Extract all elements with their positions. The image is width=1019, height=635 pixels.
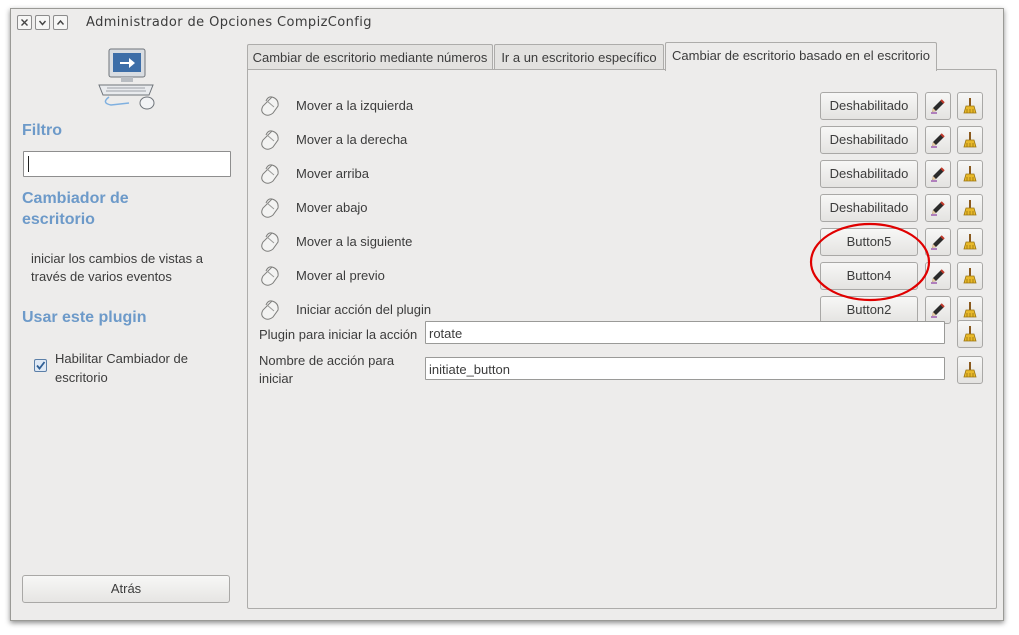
action-input[interactable]: initiate_button bbox=[425, 357, 945, 380]
close-button[interactable] bbox=[17, 15, 32, 30]
edit-binding-button[interactable] bbox=[925, 228, 951, 256]
main-window: Administrador de Opciones CompizConfig F… bbox=[10, 8, 1004, 621]
tab-numbers[interactable]: Cambiar de escritorio mediante números bbox=[247, 44, 493, 71]
plugin-field-label: Plugin para iniciar la acción bbox=[259, 327, 418, 342]
edit-binding-button[interactable] bbox=[925, 160, 951, 188]
mouse-icon bbox=[259, 231, 281, 257]
filter-heading: Filtro bbox=[22, 122, 62, 139]
computer-icon bbox=[98, 48, 155, 110]
mouse-icon bbox=[259, 197, 281, 223]
plugin-input[interactable]: rotate bbox=[425, 321, 945, 344]
binding-label: Mover abajo bbox=[296, 200, 368, 215]
binding-label: Mover arriba bbox=[296, 166, 369, 181]
binding-row: Mover a la siguiente Button5 bbox=[248, 225, 996, 259]
binding-value-button[interactable]: Button4 bbox=[820, 262, 918, 290]
edit-binding-button[interactable] bbox=[925, 92, 951, 120]
plugin-heading: Cambiador de escritorio bbox=[22, 190, 129, 228]
window-title: Administrador de Opciones CompizConfig bbox=[86, 15, 372, 30]
filter-input[interactable] bbox=[23, 151, 231, 177]
binding-value-button[interactable]: Deshabilitado bbox=[820, 126, 918, 154]
text-caret bbox=[28, 156, 29, 172]
reset-binding-button[interactable] bbox=[957, 228, 983, 256]
binding-label: Mover al previo bbox=[296, 268, 385, 283]
binding-value-button[interactable]: Deshabilitado bbox=[820, 160, 918, 188]
mouse-icon bbox=[259, 129, 281, 155]
edit-binding-button[interactable] bbox=[925, 126, 951, 154]
binding-row: Mover al previo Button4 bbox=[248, 259, 996, 293]
binding-row: Mover abajo Deshabilitado bbox=[248, 191, 996, 225]
binding-label: Mover a la siguiente bbox=[296, 234, 413, 249]
maximize-button[interactable] bbox=[53, 15, 68, 30]
broom-icon bbox=[963, 326, 977, 342]
back-button[interactable]: Atrás bbox=[22, 575, 230, 603]
binding-value-button[interactable]: Button5 bbox=[820, 228, 918, 256]
mouse-icon bbox=[259, 163, 281, 189]
binding-label: Iniciar acción del plugin bbox=[296, 302, 432, 317]
edit-binding-button[interactable] bbox=[925, 262, 951, 290]
tab-specific-desktop[interactable]: Ir a un escritorio específico bbox=[494, 44, 664, 71]
reset-binding-button[interactable] bbox=[957, 92, 983, 120]
reset-plugin-button[interactable] bbox=[957, 320, 983, 348]
chevron-up-icon bbox=[56, 19, 65, 25]
binding-value-button[interactable]: Deshabilitado bbox=[820, 194, 918, 222]
minimize-button[interactable] bbox=[35, 15, 50, 30]
binding-value-button[interactable]: Deshabilitado bbox=[820, 92, 918, 120]
options-panel: Mover a la izquierda Deshabilitado Mover a… bbox=[247, 69, 997, 609]
mouse-icon bbox=[259, 299, 281, 325]
checkmark-icon bbox=[36, 361, 46, 370]
binding-value-button[interactable]: Button2 bbox=[820, 296, 918, 324]
reset-action-button[interactable] bbox=[957, 356, 983, 384]
mouse-icon bbox=[259, 95, 281, 121]
tab-desktop-based[interactable]: Cambiar de escritorio basado en el escri… bbox=[665, 42, 937, 71]
close-icon bbox=[21, 19, 28, 26]
broom-icon bbox=[963, 362, 977, 378]
reset-binding-button[interactable] bbox=[957, 262, 983, 290]
binding-row: Mover a la izquierda Deshabilitado bbox=[248, 89, 996, 123]
edit-binding-button[interactable] bbox=[925, 296, 951, 324]
reset-binding-button[interactable] bbox=[957, 126, 983, 154]
enable-plugin-label: Habilitar Cambiador de escritorio bbox=[55, 351, 188, 385]
action-field-label: Nombre de acción para iniciar bbox=[259, 353, 395, 386]
reset-binding-button[interactable] bbox=[957, 194, 983, 222]
enable-plugin-checkbox[interactable] bbox=[34, 359, 47, 372]
plugin-description: iniciar los cambios de vistas a través d… bbox=[31, 251, 203, 284]
titlebar: Administrador de Opciones CompizConfig bbox=[11, 9, 1003, 37]
reset-binding-button[interactable] bbox=[957, 160, 983, 188]
edit-binding-button[interactable] bbox=[925, 194, 951, 222]
binding-label: Mover a la derecha bbox=[296, 132, 408, 147]
binding-label: Mover a la izquierda bbox=[296, 98, 414, 113]
use-plugin-heading: Usar este plugin bbox=[22, 309, 147, 326]
binding-row: Mover arriba Deshabilitado bbox=[248, 157, 996, 191]
mouse-icon bbox=[259, 265, 281, 291]
binding-row: Mover a la derecha Deshabilitado bbox=[248, 123, 996, 157]
chevron-down-icon bbox=[38, 20, 47, 26]
